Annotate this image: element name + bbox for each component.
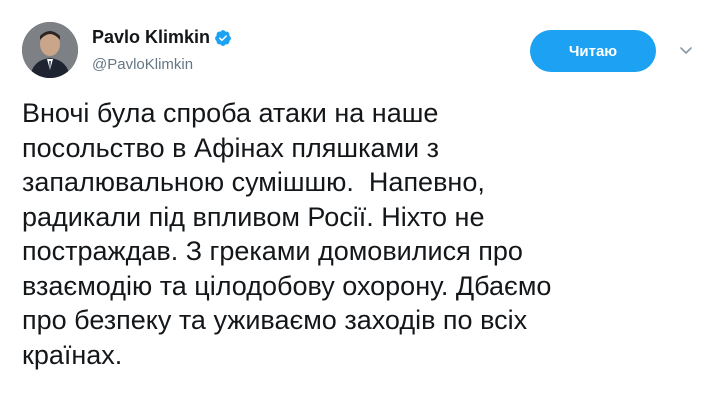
user-handle[interactable]: @PavloKlimkin xyxy=(92,56,193,73)
display-name[interactable]: Pavlo Klimkin xyxy=(92,27,210,48)
chevron-down-icon[interactable] xyxy=(678,42,694,58)
avatar[interactable] xyxy=(22,22,78,78)
tweet-text: Вночі була спроба атаки на наше посольст… xyxy=(22,98,552,370)
user-name-row: Pavlo Klimkin xyxy=(92,27,232,48)
follow-button[interactable]: Читаю xyxy=(530,30,656,72)
verified-badge-icon xyxy=(214,29,232,47)
